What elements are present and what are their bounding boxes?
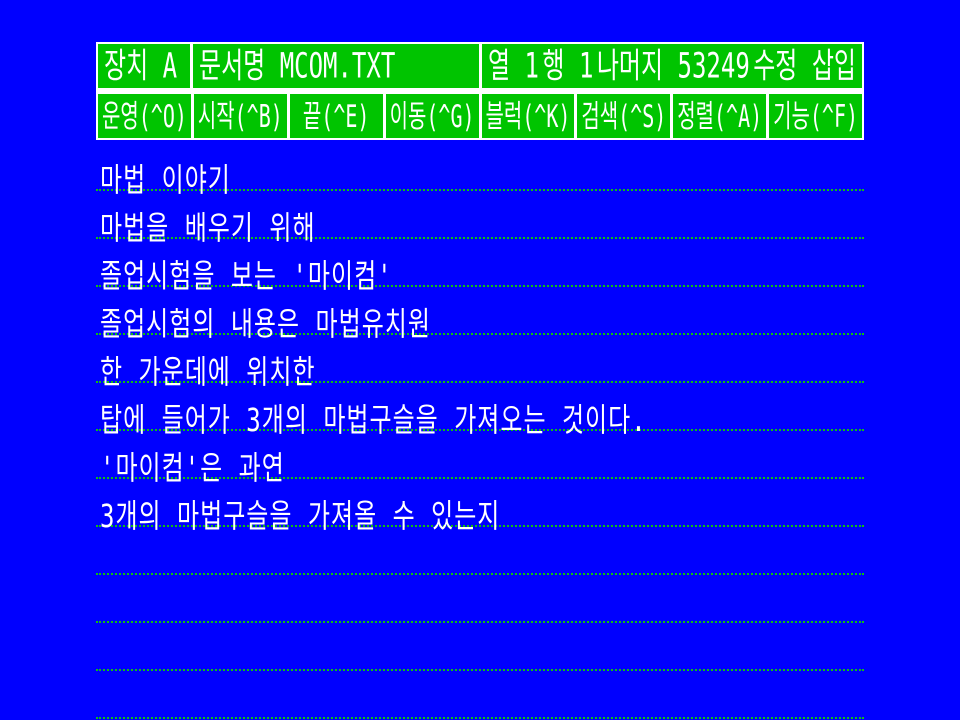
menu-label: 운영(^O) <box>101 97 187 135</box>
text-line[interactable] <box>96 623 864 671</box>
document-name[interactable]: 문서명 MCOM.TXT <box>193 44 479 88</box>
menu-operate[interactable]: 운영(^O) <box>98 94 191 138</box>
edit-mode-indicator: 수정 삽입 <box>753 45 856 87</box>
drive-indicator[interactable]: 장치 A <box>98 44 190 88</box>
row-indicator: 행 1 <box>542 45 594 87</box>
menu-label: 끝(^E) <box>302 97 370 135</box>
cursor-status: 열 1 행 1 나머지 53249 수정 삽입 <box>482 44 862 88</box>
remaining-indicator: 나머지 53249 <box>596 45 750 87</box>
menu-label: 블럭(^K) <box>485 97 571 135</box>
document-text-area[interactable]: 마법 이야기 마법을 배우기 위해 졸업시험을 보는 '마이컴' 졸업시험의 내… <box>96 143 864 719</box>
drive-label: 장치 A <box>104 45 178 87</box>
menu-label: 정렬(^A) <box>677 97 763 135</box>
column-indicator: 열 1 <box>488 45 539 87</box>
menu-start[interactable]: 시작(^B) <box>193 94 287 138</box>
status-bar: 장치 A 문서명 MCOM.TXT 열 1 행 1 나머지 53249 수정 삽… <box>98 44 862 88</box>
text-line[interactable]: 졸업시험의 내용은 마법유치원 <box>96 287 864 343</box>
document-name-label: 문서명 MCOM.TXT <box>199 45 396 87</box>
menu-function[interactable]: 기능(^F) <box>769 94 862 138</box>
text-line[interactable]: 탑에 들어가 3개의 마법구슬을 가져오는 것이다. <box>96 383 864 439</box>
header-panel: 장치 A 문서명 MCOM.TXT 열 1 행 1 나머지 53249 수정 삽… <box>96 42 864 140</box>
menu-label: 기능(^F) <box>773 97 859 135</box>
text-line[interactable] <box>96 671 864 719</box>
menu-move[interactable]: 이동(^G) <box>385 94 479 138</box>
menu-search[interactable]: 검색(^S) <box>577 94 671 138</box>
text-line[interactable] <box>96 527 864 575</box>
text-line[interactable] <box>96 575 864 623</box>
text-line[interactable]: 마법 이야기 <box>96 143 864 199</box>
text-line[interactable]: 한 가운데에 위치한 <box>96 335 864 391</box>
menu-align[interactable]: 정렬(^A) <box>673 94 767 138</box>
text-line[interactable]: 졸업시험을 보는 '마이컴' <box>96 239 864 295</box>
menu-label: 시작(^B) <box>197 97 283 135</box>
text-line[interactable]: 3개의 마법구슬을 가져올 수 있는지 <box>96 479 864 535</box>
editor-screen: 장치 A 문서명 MCOM.TXT 열 1 행 1 나머지 53249 수정 삽… <box>0 0 960 720</box>
menu-bar: 운영(^O) 시작(^B) 끝(^E) 이동(^G) 블럭(^K) 검색(^S)… <box>98 94 862 138</box>
text-line[interactable]: '마이컴'은 과연 <box>96 431 864 487</box>
menu-end[interactable]: 끝(^E) <box>289 94 383 138</box>
text-line[interactable]: 마법을 배우기 위해 <box>96 191 864 247</box>
menu-label: 검색(^S) <box>581 97 667 135</box>
menu-block[interactable]: 블럭(^K) <box>481 94 575 138</box>
menu-label: 이동(^G) <box>389 97 475 135</box>
